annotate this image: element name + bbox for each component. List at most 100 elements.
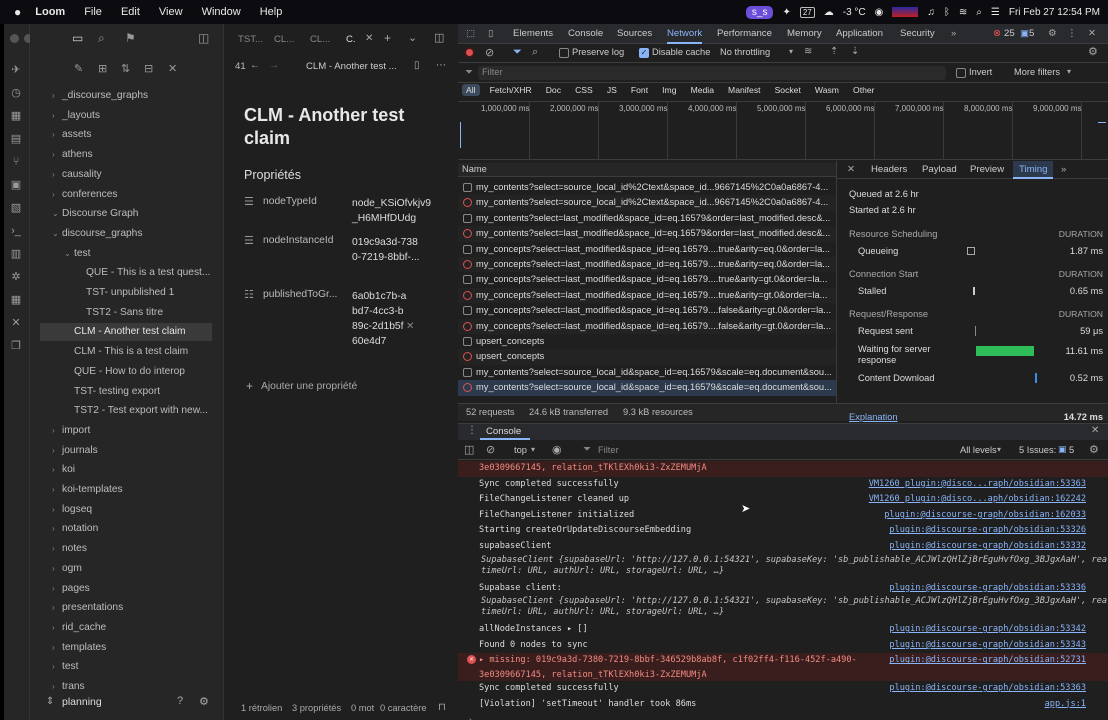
console-source-link[interactable]: plugin:@discourse-graph/obsidian:52731 <box>883 653 1086 669</box>
console-source-link[interactable]: plugin:@discourse-graph/obsidian:53326 <box>883 523 1086 539</box>
tree-item[interactable]: TST- testing export <box>40 383 212 401</box>
menu-view[interactable]: View <box>159 6 183 18</box>
forward-arrow-icon[interactable]: → <box>269 60 279 71</box>
issues-count[interactable]: 5 <box>1069 445 1074 455</box>
console-message[interactable]: FileChangeListener initialized plugin:@di… <box>458 507 1108 524</box>
chevron-right-icon[interactable]: › <box>52 540 62 558</box>
tree-item[interactable]: › logseq <box>40 501 212 519</box>
request-row[interactable]: my_contents?select=last_modified&space_i… <box>458 211 836 226</box>
new-folder-icon[interactable]: ⊞ <box>98 62 107 75</box>
search-tab-icon[interactable]: ⌕ <box>98 31 105 46</box>
error-count[interactable]: 25 <box>1004 24 1015 44</box>
request-row[interactable]: my_contents?select=source_local_id%2Ctex… <box>458 195 836 211</box>
add-property-icon[interactable]: + <box>246 379 253 393</box>
console-message[interactable]: FileChangeListener cleaned up VM1260 plug… <box>458 492 1108 508</box>
request-row[interactable]: upsert_concepts <box>458 334 836 349</box>
chevron-right-icon[interactable]: › <box>52 501 62 519</box>
tab-network[interactable]: Network <box>667 24 703 44</box>
console-source-link[interactable]: plugin:@discourse-graph/obsidian:53363 <box>883 681 1086 697</box>
tree-item[interactable]: › test <box>40 658 212 676</box>
request-row[interactable]: my_contents?select=source_local_id%2Ctex… <box>458 180 836 195</box>
console-message[interactable]: 3e0309667145, relation_tTKlEXh0ki3-ZxZEM… <box>458 669 1108 681</box>
console-source-link[interactable]: VM1260 plugin:@disco...raph/obsidian:533… <box>862 476 1086 493</box>
device-toolbar-icon[interactable]: ▯ <box>488 24 493 44</box>
chevron-right-icon[interactable]: › <box>52 639 62 657</box>
console-message[interactable]: Supabase client: plugin:@discourse-graph/… <box>458 580 1108 597</box>
network-overview-timeline[interactable]: 1,000,000 ms 2,000,000 ms 3,000,000 ms 4,00… <box>458 101 1108 160</box>
reading-view-icon[interactable]: ▯ <box>414 60 420 71</box>
inspect-icon[interactable]: ⬚ <box>466 24 475 44</box>
type-filter[interactable]: Media <box>687 84 718 96</box>
tree-item[interactable]: QUE - How to do interop <box>40 363 212 381</box>
tree-item[interactable]: CLM - This is a test claim <box>40 343 212 361</box>
type-filter[interactable]: Font <box>627 84 652 96</box>
error-icon[interactable]: ⊗ <box>993 24 1001 44</box>
settings-gear-icon[interactable]: ⚙ <box>1048 24 1057 44</box>
chevron-right-icon[interactable]: › <box>52 658 62 676</box>
chevron-right-icon[interactable]: › <box>52 520 62 538</box>
disable-cache-checkbox[interactable]: ✓ <box>639 48 649 58</box>
tree-item[interactable]: ⌄ test <box>40 245 212 263</box>
request-row[interactable]: my_concepts?select=last_modified&space_i… <box>458 303 836 318</box>
files-tab-icon[interactable]: ▭ <box>72 31 83 45</box>
chevron-down-icon[interactable]: ⌄ <box>64 245 74 263</box>
tree-item[interactable]: › notes <box>40 540 212 558</box>
console-filter-input[interactable]: Filter <box>598 445 619 455</box>
tree-item[interactable]: › athens <box>40 146 212 164</box>
tab-timing[interactable]: Timing <box>1013 161 1054 179</box>
chevron-right-icon[interactable]: › <box>52 481 62 499</box>
console-message[interactable]: timeUrl: URL, authUrl: URL, storageUrl: … <box>458 566 1108 577</box>
headphones-icon[interactable]: ♫ <box>927 7 935 18</box>
console-source-link[interactable]: app.js:1 <box>1038 696 1086 713</box>
ribbon-calendar-icon[interactable]: ▦ <box>9 109 23 123</box>
console-message[interactable]: 3e0309667145, relation_tTKlEXh0ki3-ZxZEM… <box>458 461 1108 477</box>
chevron-right-icon[interactable]: › <box>52 461 62 479</box>
tab-preview[interactable]: Preview <box>970 161 1004 181</box>
ribbon-file-icon[interactable]: ▤ <box>9 132 23 146</box>
bluetooth-status-icon[interactable]: ✦ <box>782 7 790 18</box>
remove-value-icon[interactable]: ✕ <box>406 321 414 332</box>
request-row[interactable]: my_concepts?select=last_modified&space_i… <box>458 257 836 273</box>
chevron-right-icon[interactable]: › <box>52 560 62 578</box>
tab-3[interactable]: CL... <box>310 34 330 45</box>
ribbon-calendar2-icon[interactable]: ▦ <box>9 293 23 307</box>
bluetooth-icon[interactable]: ᛒ <box>944 7 950 18</box>
status-backlinks[interactable]: 1 rétrolien <box>241 703 282 713</box>
disable-cache-label[interactable]: Disable cache <box>652 47 710 57</box>
tree-item[interactable]: › notation <box>40 520 212 538</box>
tab-memory[interactable]: Memory <box>787 24 822 44</box>
ribbon-box-icon[interactable]: ▥ <box>9 247 23 261</box>
property-value[interactable]: node_KSiOfvkjv9_H6MHfDUdg <box>352 196 436 226</box>
menu-edit[interactable]: Edit <box>121 6 140 18</box>
chevron-right-icon[interactable]: › <box>52 126 62 144</box>
console-message[interactable]: Sync completed successfully VM1260 plugin… <box>458 476 1108 493</box>
weather-temp[interactable]: -3 °C <box>843 7 866 18</box>
chevron-right-icon[interactable]: › <box>52 580 62 598</box>
type-filter[interactable]: Manifest <box>724 84 764 96</box>
console-message[interactable]: allNodeInstances ▸ [] plugin:@discourse-g… <box>458 622 1108 638</box>
tab-list-icon[interactable]: ⌄ <box>408 31 417 44</box>
tab-close-icon[interactable]: ✕ <box>365 33 373 44</box>
tree-item[interactable]: › koi <box>40 461 212 479</box>
menu-file[interactable]: File <box>84 6 102 18</box>
tree-item[interactable]: CLM - Another test claim <box>40 323 212 342</box>
console-source-link[interactable]: plugin:@discourse-graph/obsidian:162033 <box>878 507 1086 524</box>
chevron-right-icon[interactable]: › <box>52 599 62 617</box>
lock-icon[interactable]: ⊓ <box>438 702 446 713</box>
tab-headers[interactable]: Headers <box>871 161 907 181</box>
tree-item[interactable]: › pages <box>40 580 212 598</box>
network-conditions-icon[interactable]: ≋ <box>804 46 812 57</box>
console-prompt-icon[interactable]: › <box>458 716 1108 720</box>
help-icon[interactable]: ? <box>177 695 183 707</box>
filter-funnel-icon[interactable]: ⏷ <box>513 46 522 59</box>
settings-gear-icon[interactable]: ⚙ <box>199 695 209 708</box>
chevron-right-icon[interactable]: › <box>52 146 62 164</box>
sort-icon[interactable]: ⇅ <box>121 62 130 75</box>
tree-item[interactable]: › presentations <box>40 599 212 617</box>
tab-sources[interactable]: Sources <box>617 24 652 44</box>
vault-switcher-icon[interactable]: ⇕ <box>46 696 54 707</box>
request-row[interactable]: my_contents?select=last_modified&space_i… <box>458 226 836 242</box>
tab-performance[interactable]: Performance <box>717 24 772 44</box>
chevron-down-icon[interactable]: ▾ <box>1067 67 1071 76</box>
tree-item[interactable]: › trans <box>40 678 212 696</box>
